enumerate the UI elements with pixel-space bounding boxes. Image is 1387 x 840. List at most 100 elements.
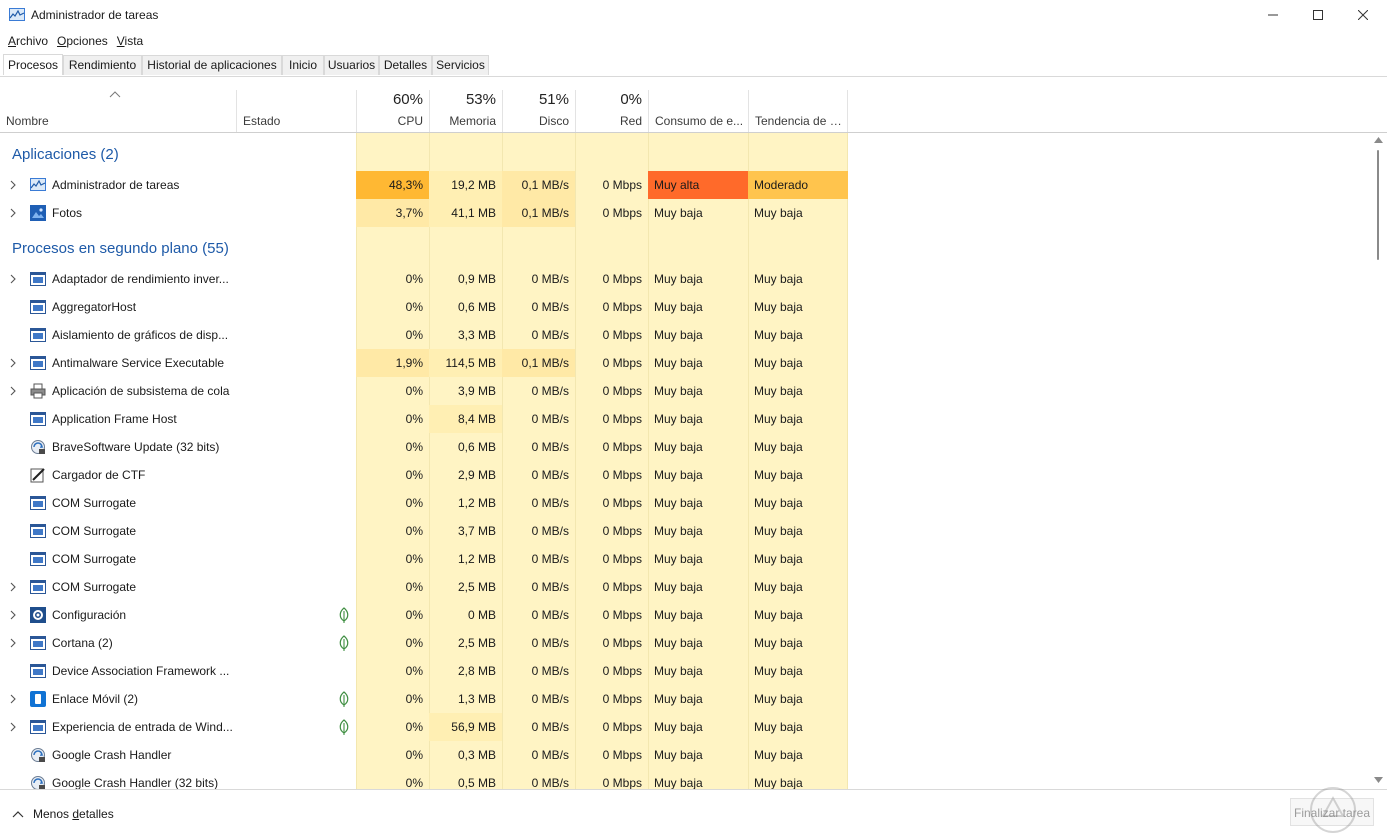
process-row[interactable]: Google Crash Handler (32 bits) 0% 0,5 MB 0 … [0,769,1370,789]
tab-inicio[interactable]: Inicio [282,55,324,75]
process-row[interactable]: COM Surrogate 0% 1,2 MB 0 MB/s 0 Mbps Muy baj… [0,545,1370,573]
power-usage-cell: Muy baja [654,720,703,734]
tab-usuarios[interactable]: Usuarios [324,55,379,75]
window-icon [30,272,46,286]
cpu-cell: 0% [405,692,423,706]
memory-cell: 8,4 MB [429,405,502,433]
chevron-right-icon[interactable] [9,208,17,218]
memory-cell: 56,9 MB [429,713,502,741]
tab-historial[interactable]: Historial de aplicaciones [142,55,282,75]
cpu-cell: 0% [405,272,423,286]
group-header-apps[interactable]: Aplicaciones (2) [0,140,1370,168]
power-trend-cell: Muy baja [754,692,803,706]
menu-opciones[interactable]: Opciones [53,31,112,51]
process-row[interactable]: Configuración 0% 0 MB 0 MB/s 0 Mbps Muy baja M… [0,601,1370,629]
process-row[interactable]: Application Frame Host 0% 8,4 MB 0 MB/s 0 Mb… [0,405,1370,433]
header-memory[interactable]: 53% Memoria [429,90,502,132]
update-icon [31,440,45,454]
group-header-background[interactable]: Procesos en segundo plano (55) [0,234,1370,262]
sort-ascending-icon [109,91,121,98]
chevron-right-icon[interactable] [9,386,17,396]
process-row[interactable]: Antimalware Service Executable 1,9% 114,5 … [0,349,1370,377]
process-row[interactable]: Experiencia de entrada de Wind... 0% 56,9 … [0,713,1370,741]
network-cell: 0 Mbps [602,748,642,762]
process-row[interactable]: Google Crash Handler 0% 0,3 MB 0 MB/s 0 Mbps… [0,741,1370,769]
minimize-button[interactable] [1250,0,1296,30]
menu-vista[interactable]: Vista [113,31,147,51]
header-power-trend[interactable]: Tendencia de c... [748,90,848,132]
process-row[interactable]: Device Association Framework ... 0% 2,8 MB… [0,657,1370,685]
window-icon [30,524,46,538]
process-row[interactable]: BraveSoftware Update (32 bits) 0% 0,6 MB 0 … [0,433,1370,461]
process-row[interactable]: AggregatorHost 0% 0,6 MB 0 MB/s 0 Mbps Muy ba… [0,293,1370,321]
power-trend-cell: Muy baja [754,776,803,789]
close-button[interactable] [1340,0,1386,30]
process-name: Application Frame Host [52,412,177,426]
process-row[interactable]: Cargador de CTF 0% 2,9 MB 0 MB/s 0 Mbps Muy b… [0,461,1370,489]
scroll-thumb[interactable] [1377,150,1379,260]
chevron-right-icon[interactable] [9,610,17,620]
process-name: Administrador de tareas [52,178,180,192]
vertical-scrollbar[interactable] [1370,133,1387,789]
header-power-usage[interactable]: Consumo de e... [648,90,748,132]
network-cell: 0 Mbps [602,468,642,482]
header-cpu-pct: 60% [392,91,423,108]
scroll-up-icon[interactable] [1374,137,1383,143]
cpu-cell: 0% [405,300,423,314]
power-usage-cell: Muy baja [654,440,703,454]
process-name: Enlace Móvil (2) [52,692,139,706]
header-disk[interactable]: 51% Disco [502,90,575,132]
process-row[interactable]: COM Surrogate 0% 3,7 MB 0 MB/s 0 Mbps Muy baj… [0,517,1370,545]
window-icon [30,412,46,426]
network-cell: 0 Mbps [602,356,642,370]
tab-detalles[interactable]: Detalles [379,55,432,75]
chevron-right-icon[interactable] [9,722,17,732]
power-usage-cell: Muy baja [654,664,703,678]
chevron-right-icon[interactable] [9,358,17,368]
power-trend-cell: Muy baja [754,664,803,678]
process-name: AggregatorHost [52,300,137,314]
power-usage-cell: Muy baja [654,412,703,426]
memory-cell: 3,7 MB [457,524,496,538]
process-row[interactable]: Cortana (2) 0% 2,5 MB 0 MB/s 0 Mbps Muy baja M… [0,629,1370,657]
update-icon [31,748,45,762]
app-row[interactable]: Administrador de tareas 48,3% 19,2 MB 0,1 M… [0,171,1370,199]
maximize-button[interactable] [1295,0,1341,30]
process-row[interactable]: COM Surrogate 0% 1,2 MB 0 MB/s 0 Mbps Muy baj… [0,489,1370,517]
process-row[interactable]: Aislamiento de gráficos de disp... 0% 3,3 … [0,321,1370,349]
scroll-down-icon[interactable] [1374,777,1383,783]
chevron-right-icon[interactable] [9,638,17,648]
process-row[interactable]: Enlace Móvil (2) 0% 1,3 MB 0 MB/s 0 Mbps Muy … [0,685,1370,713]
menu-archivo[interactable]: Archivo [4,31,52,51]
photos-icon [30,205,46,221]
chevron-right-icon[interactable] [9,274,17,284]
less-details-button[interactable]: Menos detalles [12,807,114,821]
printer-icon [30,383,46,399]
header-cpu[interactable]: 60% CPU [356,90,429,132]
tab-servicios[interactable]: Servicios [432,55,489,75]
tab-rendimiento[interactable]: Rendimiento [63,55,142,75]
tab-procesos[interactable]: Procesos [3,54,63,75]
process-row[interactable]: Aplicación de subsistema de cola 0% 3,9 MB… [0,377,1370,405]
header-name[interactable]: Nombre [0,90,236,132]
memory-cell: 0,6 MB [457,300,496,314]
efficiency-leaf-icon [339,607,349,623]
process-row[interactable]: Adaptador de rendimiento inver... 0% 0,9 M… [0,265,1370,293]
menu-vista-label: ista [124,34,144,48]
chevron-right-icon[interactable] [9,582,17,592]
power-usage-cell: Muy baja [654,608,703,622]
disk-cell: 0 MB/s [531,328,569,342]
network-cell: 0 Mbps [602,206,642,220]
less-details-text-b: etalles [79,807,114,821]
disk-cell: 0 MB/s [531,720,569,734]
process-row[interactable]: COM Surrogate 0% 2,5 MB 0 MB/s 0 Mbps Muy baj… [0,573,1370,601]
header-status[interactable]: Estado [236,90,356,132]
cpu-cell: 0% [405,720,423,734]
chevron-right-icon[interactable] [9,180,17,190]
chevron-right-icon[interactable] [9,694,17,704]
power-trend-cell: Moderado [748,171,848,199]
header-network[interactable]: 0% Red [575,90,648,132]
tab-strip: Procesos Rendimiento Historial de aplica… [0,54,1387,77]
app-row[interactable]: Fotos 3,7% 41,1 MB 0,1 MB/s 0 Mbps Muy baja Mu… [0,199,1370,227]
cpu-cell: 3,7% [356,199,429,227]
